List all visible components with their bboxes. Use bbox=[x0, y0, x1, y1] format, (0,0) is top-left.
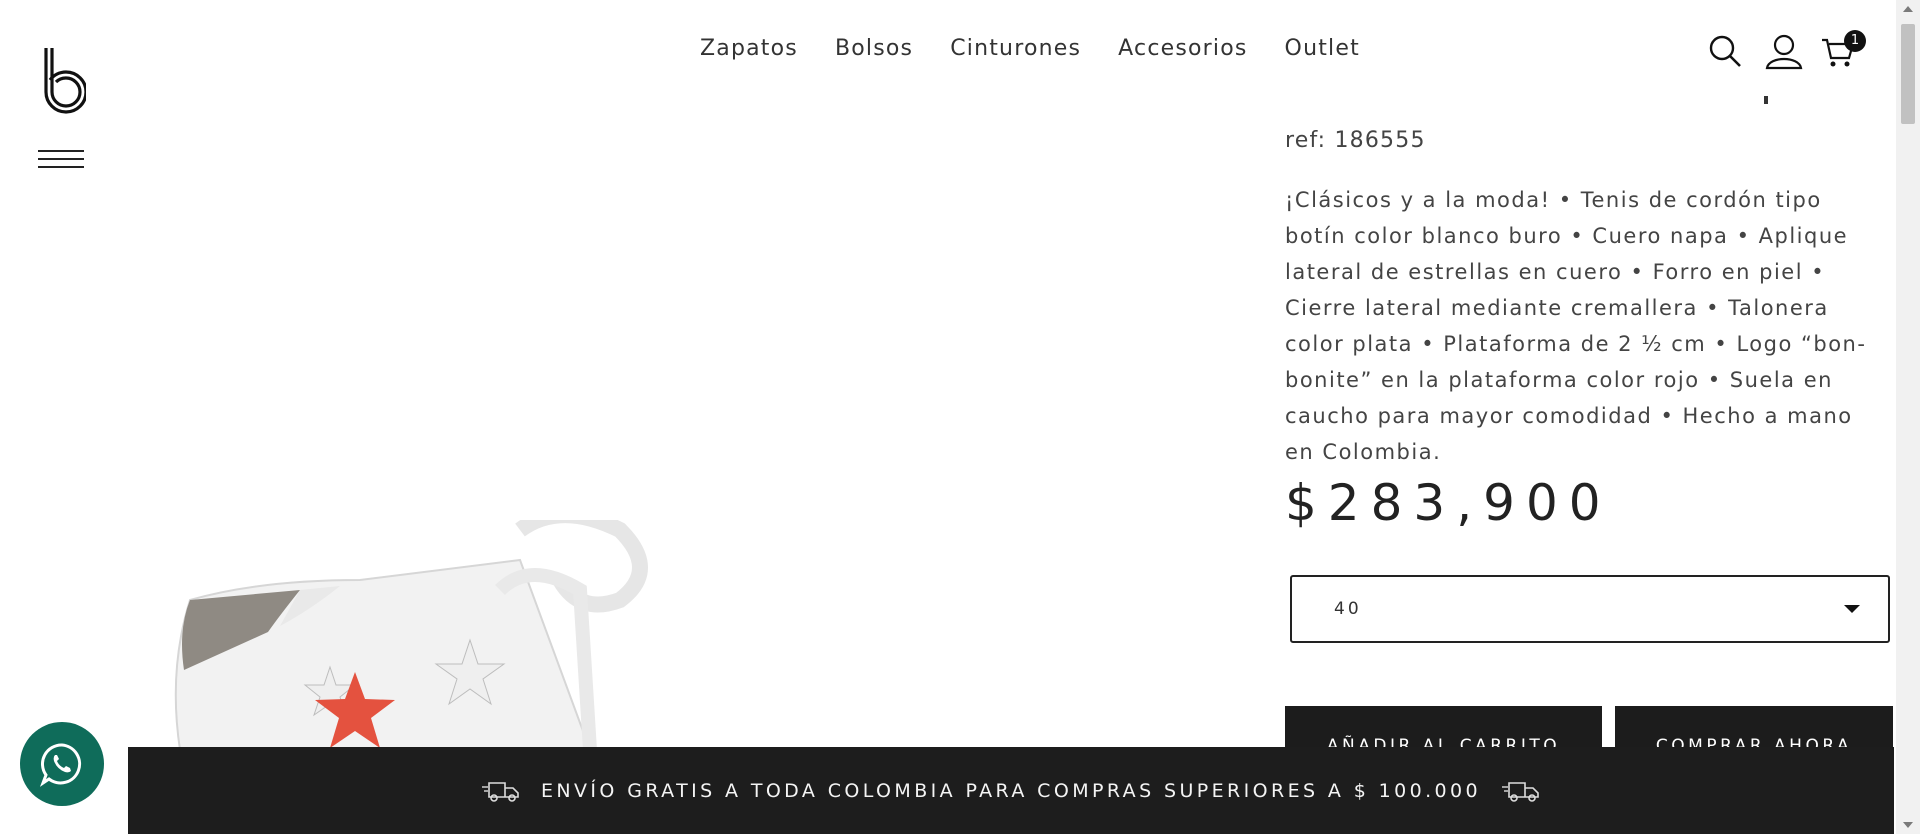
product-ref: ref: 186555 bbox=[1285, 128, 1426, 153]
scroll-down-arrow-icon[interactable] bbox=[1903, 822, 1913, 828]
nav-accesorios[interactable]: Accesorios bbox=[1118, 36, 1247, 61]
main-nav: Zapatos Bolsos Cinturones Accesorios Out… bbox=[700, 36, 1397, 61]
header-icons: 1 bbox=[1692, 30, 1866, 74]
delivery-truck-icon bbox=[1502, 781, 1539, 802]
free-shipping-text: ENVÍO GRATIS A TODA COLOMBIA PARA COMPRA… bbox=[540, 779, 1482, 802]
product-price: $283,900 bbox=[1285, 474, 1612, 532]
cart-count-badge: 1 bbox=[1844, 30, 1866, 52]
nav-outlet[interactable]: Outlet bbox=[1285, 36, 1360, 61]
scrollbar-thumb[interactable] bbox=[1901, 24, 1915, 124]
size-selected-value: 40 bbox=[1334, 599, 1362, 619]
whatsapp-button[interactable] bbox=[20, 722, 104, 806]
chevron-down-icon bbox=[1844, 605, 1860, 613]
hamburger-menu-icon[interactable] bbox=[38, 150, 84, 172]
search-icon[interactable] bbox=[1708, 34, 1748, 74]
nav-cinturones[interactable]: Cinturones bbox=[950, 36, 1081, 61]
delivery-truck-icon bbox=[481, 781, 519, 802]
whatsapp-icon bbox=[39, 743, 82, 787]
nav-bolsos[interactable]: Bolsos bbox=[835, 36, 913, 61]
product-image bbox=[174, 520, 648, 751]
nav-zapatos[interactable]: Zapatos bbox=[700, 36, 798, 61]
cart-icon[interactable]: 1 bbox=[1820, 30, 1866, 74]
product-title-fragment bbox=[1764, 96, 1768, 104]
user-icon[interactable] bbox=[1764, 34, 1804, 74]
product-description: ¡Clásicos y a la moda! • Tenis de cordón… bbox=[1285, 188, 1867, 464]
size-select[interactable]: 40 bbox=[1290, 575, 1890, 643]
scroll-up-arrow-icon[interactable] bbox=[1903, 6, 1913, 12]
page-scrollbar[interactable] bbox=[1896, 0, 1920, 834]
free-shipping-banner: ENVÍO GRATIS A TODA COLOMBIA PARA COMPRA… bbox=[128, 747, 1894, 834]
brand-logo[interactable] bbox=[40, 46, 86, 114]
